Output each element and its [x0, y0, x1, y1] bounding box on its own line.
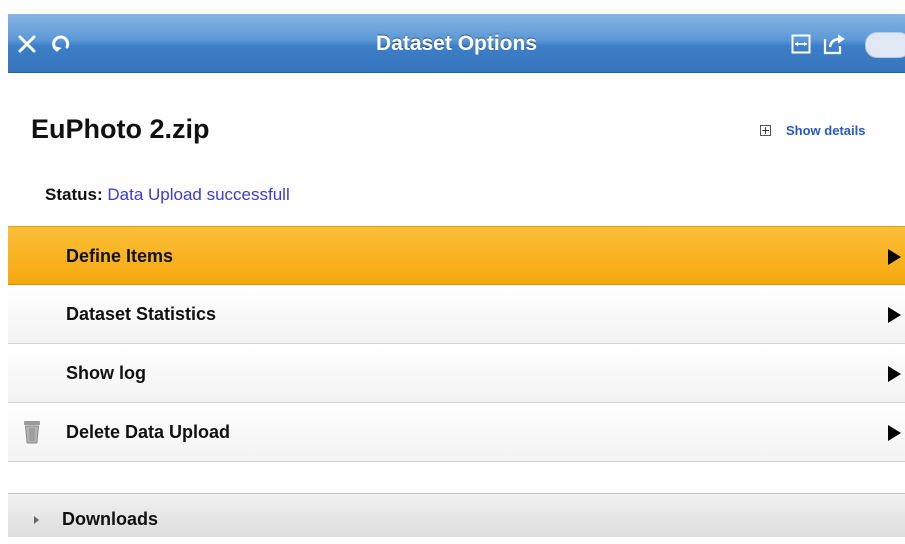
chevron-right-icon [888, 249, 901, 265]
fit-width-icon [791, 34, 811, 53]
chevron-right-icon [888, 366, 901, 382]
menu-item-define-items[interactable]: Define Items [8, 226, 905, 285]
menu-item-label: Define Items [66, 246, 174, 266]
share-button[interactable] [820, 14, 850, 73]
close-button[interactable] [12, 14, 42, 73]
trash-icon [24, 421, 40, 444]
title-bar: Dataset Options [8, 14, 905, 73]
dataset-title: EuPhoto 2.zip [31, 114, 210, 144]
status-value: Data Upload successfull [107, 185, 290, 204]
disclosure-triangle-icon [34, 516, 39, 524]
status-label: Status: [45, 185, 103, 204]
show-details-label: Show details [786, 123, 866, 138]
menu-item-label: Show log [66, 363, 146, 383]
window-title: Dataset Options [375, 32, 538, 55]
toggle-switch[interactable] [865, 32, 905, 58]
downloads-section-toggle[interactable]: Downloads [8, 493, 905, 537]
menu-item-dataset-statistics[interactable]: Dataset Statistics [8, 285, 905, 344]
expand-plus-icon: + [760, 124, 771, 137]
status-line: Status: Data Upload successfull [45, 185, 290, 205]
menu-item-show-log[interactable]: Show log [8, 344, 905, 403]
chevron-right-icon [888, 307, 901, 323]
share-icon [823, 34, 845, 54]
close-icon [18, 35, 36, 52]
chevron-right-icon [888, 425, 901, 441]
menu-item-label: Dataset Statistics [66, 304, 217, 324]
refresh-button[interactable] [46, 14, 76, 73]
show-details-link[interactable]: + Show details [760, 123, 865, 138]
fit-width-button[interactable] [788, 14, 814, 73]
menu-item-delete-data-upload[interactable]: Delete Data Upload [8, 403, 905, 462]
refresh-icon [52, 35, 70, 51]
options-menu: Define Items Dataset Statistics Show log… [8, 226, 905, 462]
menu-item-label: Delete Data Upload [66, 422, 231, 442]
